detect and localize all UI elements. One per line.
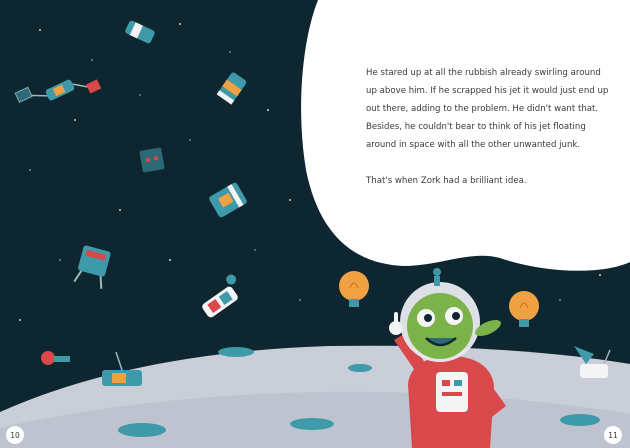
book-spread: He stared up at all the rubbish already … <box>0 0 630 448</box>
crater <box>290 418 334 430</box>
star <box>299 299 301 301</box>
story-paragraph: That's when Zork had a brilliant idea. <box>366 176 527 186</box>
page-number-left: 10 <box>6 426 24 444</box>
crater <box>560 414 600 426</box>
star <box>267 109 269 111</box>
star <box>599 274 601 276</box>
star <box>91 59 93 61</box>
star <box>59 259 61 261</box>
star <box>254 249 256 251</box>
star <box>189 139 191 141</box>
star <box>19 319 21 321</box>
space-junk-box <box>139 147 165 173</box>
star <box>229 51 231 53</box>
story-paragraph: He stared up at all the rubbish already … <box>366 68 609 150</box>
star <box>289 199 291 201</box>
star <box>139 94 141 96</box>
star <box>559 299 561 301</box>
crater <box>118 423 166 437</box>
star <box>179 23 181 25</box>
star <box>39 29 41 31</box>
crater <box>348 364 372 372</box>
star <box>74 119 76 121</box>
crater <box>218 347 254 357</box>
star <box>29 169 31 171</box>
story-text: He stared up at all the rubbish already … <box>366 64 610 208</box>
star <box>169 259 171 261</box>
star <box>119 209 121 211</box>
page-number-right: 11 <box>604 426 622 444</box>
